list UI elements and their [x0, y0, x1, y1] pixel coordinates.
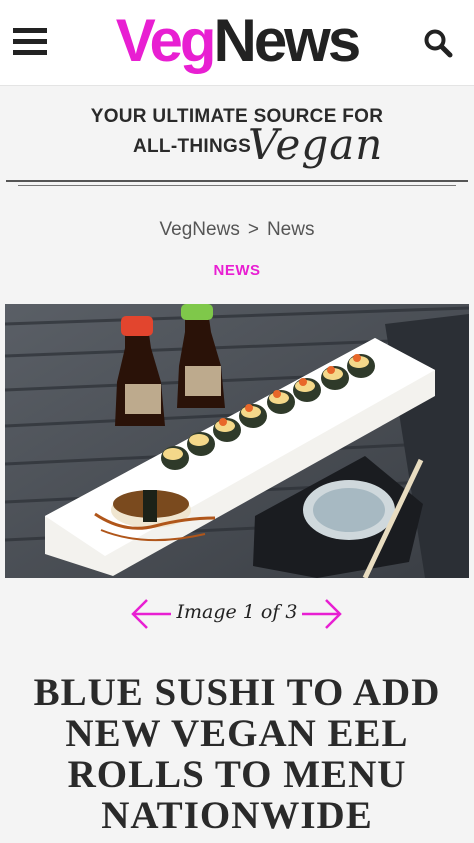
tagline-script-word: Vegan [248, 120, 384, 169]
breadcrumb-home-link[interactable]: VegNews [160, 219, 240, 240]
tagline-banner: YOUR ULTIMATE SOURCE FOR ALL-THINGS Vega… [0, 86, 474, 196]
arrow-right-icon[interactable] [300, 596, 344, 632]
article-headline: Blue Sushi to Add New Vegan Eel Rolls to… [33, 671, 441, 837]
search-icon[interactable] [423, 28, 453, 58]
sushi-photo [5, 304, 469, 578]
breadcrumb: VegNews > News [0, 219, 474, 241]
tagline-line2: ALL-THINGS [133, 136, 252, 157]
gallery-nav: Image 1 of 3 [0, 596, 474, 632]
breadcrumb-news-link[interactable]: News [267, 219, 315, 240]
site-header: VegNews [0, 0, 474, 86]
breadcrumb-separator: > [247, 219, 259, 240]
tagline-line1: YOUR ULTIMATE SOURCE FOR [90, 106, 384, 127]
logo-veg: Veg [115, 7, 217, 74]
gallery-counter: Image 1 of 3 [176, 601, 298, 623]
logo-news: News [213, 7, 361, 74]
site-logo[interactable]: VegNews [0, 6, 474, 76]
divider [18, 185, 456, 186]
divider [6, 180, 468, 182]
hero-image[interactable] [5, 304, 469, 578]
category-link[interactable]: NEWS [0, 262, 474, 279]
